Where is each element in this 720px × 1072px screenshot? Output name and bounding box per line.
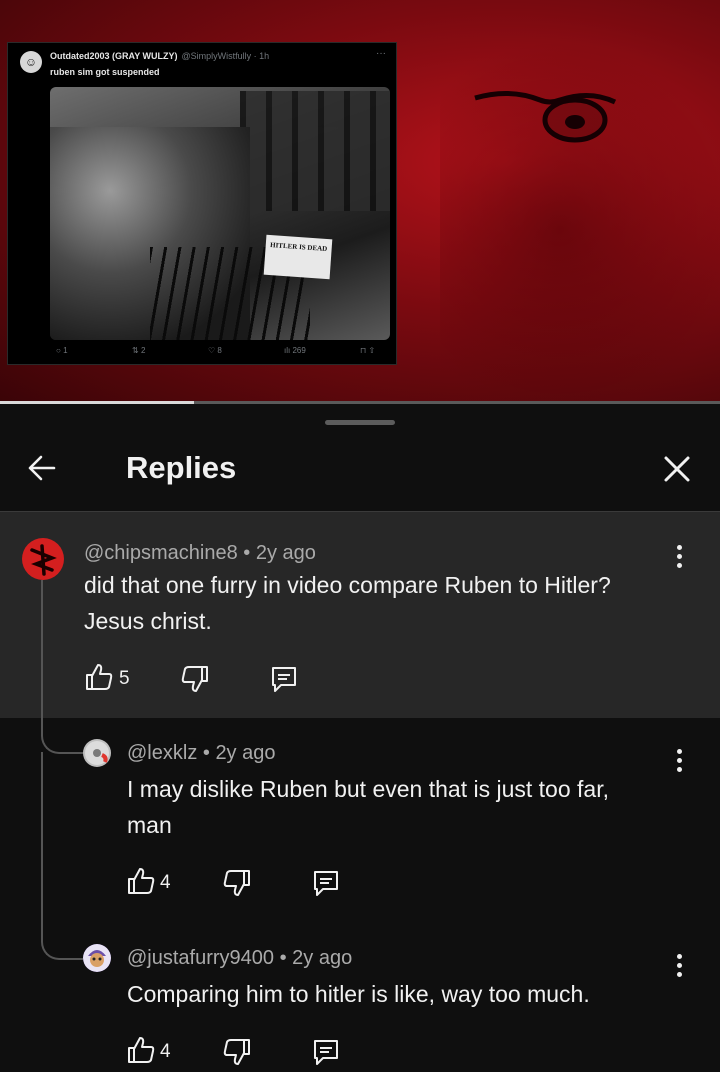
comment-text: Comparing him to hitler is like, way too…	[127, 976, 590, 1012]
like-count: 4	[160, 872, 171, 893]
comment-meta: @justafurry9400 • 2y ago	[127, 947, 353, 969]
tweet-replies: 1	[63, 346, 68, 355]
close-icon	[664, 456, 690, 482]
panel-title: Replies	[126, 450, 237, 485]
like-count: 4	[160, 1041, 171, 1062]
comment-meta: @lexklz • 2y ago	[127, 742, 276, 764]
replies-panel: Replies @chipsmachine8 • 2y ago did that…	[0, 404, 720, 1067]
more-options-icon[interactable]	[674, 749, 684, 777]
character-avatar-icon	[83, 944, 111, 972]
back-button[interactable]	[22, 448, 62, 488]
tweet-view-count: ılı 269	[284, 346, 306, 355]
avatar[interactable]	[83, 739, 111, 767]
video-player[interactable]: ☺ Outdated2003 (GRAY WULZY) @SimplyWistfu…	[0, 0, 720, 404]
thumb-up-icon	[128, 868, 155, 894]
tweet-avatar: ☺	[20, 51, 42, 73]
like-button[interactable]	[84, 662, 114, 697]
tweet-reply-count: ○ 1	[56, 346, 68, 355]
thumb-down-icon	[223, 1039, 250, 1065]
drag-handle[interactable]	[325, 420, 395, 425]
comment-text-line: did that one furry in video compare Rube…	[84, 572, 611, 598]
thread-connector	[41, 580, 83, 754]
tweet-card: ☺ Outdated2003 (GRAY WULZY) @SimplyWistfu…	[7, 42, 397, 365]
tweet-author: Outdated2003 (GRAY WULZY) @SimplyWistfull…	[50, 51, 269, 61]
photo-newspaper-sign: HITLER IS DEAD	[263, 234, 333, 280]
more-options-icon[interactable]	[674, 954, 684, 982]
comment-author[interactable]: @lexklz	[127, 742, 197, 764]
avatar[interactable]	[83, 944, 111, 972]
arrow-left-icon	[28, 455, 56, 481]
tweet-like-count: ♡ 8	[208, 346, 222, 355]
tweet-photo: HITLER IS DEAD	[50, 87, 390, 340]
comment-icon	[272, 667, 296, 692]
comment-age: 2y ago	[255, 542, 316, 564]
comment-text-line: Jesus christ.	[84, 608, 212, 634]
tweet-retweet-count: ⇅ 2	[132, 346, 146, 355]
parent-comment: @chipsmachine8 • 2y ago did that one fur…	[0, 512, 720, 718]
comment-text-line: Comparing him to hitler is like, way too…	[127, 981, 590, 1007]
avatar[interactable]	[22, 538, 64, 580]
tweet-author-handle: @SimplyWistfully · 1h	[181, 51, 270, 61]
thread-connector	[41, 752, 83, 960]
dislike-button[interactable]	[180, 664, 210, 699]
comment-text: did that one furry in video compare Rube…	[84, 567, 611, 639]
comment-age: 2y ago	[292, 947, 353, 969]
like-button[interactable]	[126, 866, 156, 901]
like-button[interactable]	[126, 1035, 156, 1070]
thumb-up-icon	[86, 664, 113, 690]
comment-icon	[314, 871, 338, 896]
avatar-symbol-icon	[30, 544, 57, 576]
photo-window	[240, 91, 390, 211]
dislike-button[interactable]	[222, 868, 252, 903]
reply-button[interactable]	[311, 868, 341, 903]
glasses-drawing	[474, 90, 617, 143]
comment-text-line: I may dislike Ruben but even that is jus…	[127, 776, 609, 802]
tweet-actions: ○ 1 ⇅ 2 ♡ 8 ılı 269 ⊓ ⇧	[50, 346, 390, 360]
comment-author[interactable]: @chipsmachine8	[84, 542, 238, 564]
tweet-text: ruben sim got suspended	[50, 67, 160, 77]
tweet-author-name: Outdated2003 (GRAY WULZY)	[50, 51, 178, 61]
close-button[interactable]	[656, 448, 698, 490]
disc-avatar-icon	[85, 741, 109, 765]
tweet-more-icon: ···	[376, 48, 386, 59]
comment-author[interactable]: @justafurry9400	[127, 947, 274, 969]
like-count: 5	[119, 668, 130, 689]
comment-age: 2y ago	[215, 742, 276, 764]
thumb-up-icon	[128, 1037, 155, 1063]
tweet-retweets: 2	[140, 346, 146, 355]
tweet-likes: 8	[217, 346, 222, 355]
more-options-icon[interactable]	[674, 545, 684, 573]
comment-text: I may dislike Ruben but even that is jus…	[127, 771, 609, 843]
tweet-views: 269	[292, 346, 306, 355]
thumb-down-icon	[223, 870, 250, 896]
photo-sign-text: HITLER IS DEAD	[269, 241, 328, 254]
comment-meta: @chipsmachine8 • 2y ago	[84, 542, 316, 564]
reply-button[interactable]	[269, 664, 299, 699]
tweet-share-icons: ⊓ ⇧	[360, 346, 376, 355]
comment-text-line: man	[127, 812, 172, 838]
comment-icon	[314, 1040, 338, 1065]
thumb-down-icon	[181, 666, 208, 692]
